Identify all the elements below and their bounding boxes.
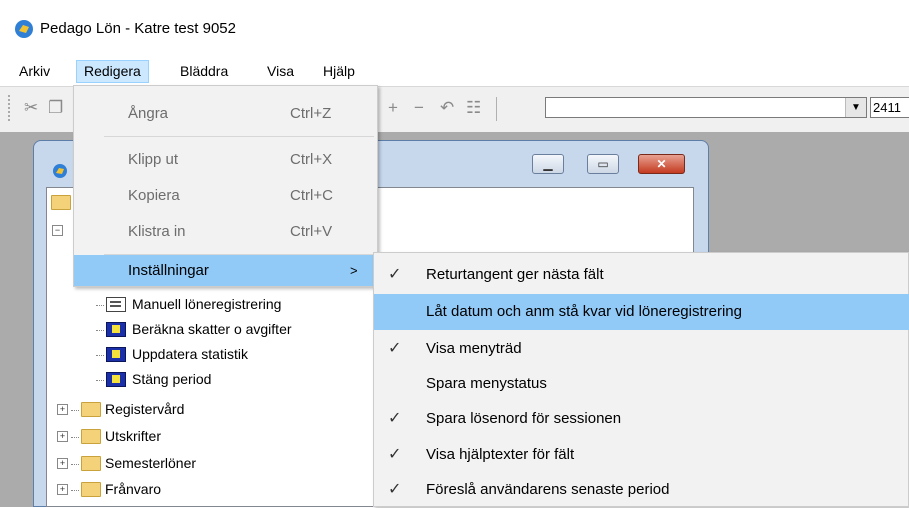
- folder-icon: [81, 428, 101, 444]
- tree-item-label: Uppdatera statistik: [132, 346, 248, 362]
- menu-item-shortcut: Ctrl+V: [290, 223, 333, 240]
- chevron-down-icon[interactable]: ▼: [845, 98, 866, 117]
- menu-visa[interactable]: Visa: [260, 61, 301, 82]
- tree-item-label: Beräkna skatter o avgifter: [132, 321, 292, 337]
- check-icon: ✓: [388, 410, 402, 427]
- tree-connector: [96, 329, 104, 331]
- submenu-item[interactable]: Spara menystatus: [374, 366, 909, 402]
- check-icon: ✓: [388, 481, 402, 498]
- menu-arkiv[interactable]: Arkiv: [12, 61, 57, 82]
- tree-item-label: Stäng period: [132, 371, 212, 387]
- tree-item[interactable]: + Frånvaro: [57, 479, 161, 499]
- tree-connector: [71, 409, 79, 411]
- menu-item-label: Kopiera: [128, 187, 180, 204]
- submenu-item-label: Spara menystatus: [426, 375, 547, 392]
- tree-item[interactable]: + Registervård: [57, 399, 184, 419]
- folder-icon: [81, 401, 101, 417]
- menu-item-undo[interactable]: Ångra Ctrl+Z: [74, 96, 377, 132]
- submenu-item[interactable]: ✓ Föreslå användarens senaste period: [374, 472, 909, 508]
- submenu-item-label: Spara lösenord för sessionen: [426, 410, 622, 427]
- menu-item-shortcut: Ctrl+Z: [290, 105, 332, 122]
- list-icon[interactable]: ☷: [466, 98, 481, 118]
- title-bar: Pedago Lön - Katre test 9052: [0, 0, 909, 58]
- app-icon: [15, 20, 33, 38]
- submenu-item[interactable]: ✓ Returtangent ger nästa fält: [374, 257, 909, 293]
- run-icon: [106, 371, 126, 387]
- child-window-icon: [53, 164, 67, 178]
- folder-icon: [81, 481, 101, 497]
- submenu-item-label: Låt datum och anm stå kvar vid löneregis…: [426, 303, 742, 320]
- expand-icon[interactable]: +: [57, 403, 68, 415]
- tree-item[interactable]: + Semesterlöner: [57, 453, 196, 473]
- menu-bladdra[interactable]: Bläddra: [173, 61, 235, 82]
- menu-separator: [104, 136, 374, 137]
- menu-bar: Arkiv Redigera Bläddra Visa Hjälp: [0, 58, 909, 85]
- menu-item-paste[interactable]: Klistra in Ctrl+V: [74, 214, 377, 250]
- menu-item-label: Klistra in: [128, 223, 186, 240]
- tree-item[interactable]: Stäng period: [96, 369, 211, 389]
- tree-connector: [71, 489, 79, 491]
- tree-item-label: Registervård: [105, 401, 185, 417]
- window-title: Pedago Lön - Katre test 9052: [40, 20, 236, 37]
- tree-item-label: Manuell löneregistrering: [132, 296, 282, 312]
- menu-item-cut[interactable]: Klipp ut Ctrl+X: [74, 142, 377, 178]
- copy-icon[interactable]: ❐: [48, 98, 63, 118]
- expand-icon[interactable]: +: [57, 483, 68, 495]
- settings-submenu: ✓ Returtangent ger nästa fält Låt datum …: [373, 252, 909, 507]
- submenu-item[interactable]: ✓ Visa hjälptexter för fält: [374, 437, 909, 473]
- tree-item[interactable]: Uppdatera statistik: [96, 344, 248, 364]
- tree-connector: [71, 436, 79, 438]
- expand-icon[interactable]: +: [57, 430, 68, 442]
- tree-item[interactable]: Beräkna skatter o avgifter: [96, 319, 292, 339]
- cut-icon[interactable]: ✂: [24, 98, 38, 118]
- submenu-item-label: Returtangent ger nästa fält: [426, 266, 604, 283]
- period-combo[interactable]: [545, 97, 867, 118]
- tree-item[interactable]: Manuell löneregistrering: [96, 294, 281, 314]
- submenu-item[interactable]: ✓ Spara lösenord för sessionen: [374, 401, 909, 437]
- maximize-button[interactable]: ▭: [587, 154, 619, 174]
- close-button[interactable]: ✕: [638, 154, 685, 174]
- menu-item-settings[interactable]: Inställningar >: [74, 255, 377, 286]
- tree-item[interactable]: + Utskrifter: [57, 426, 161, 446]
- menu-item-label: Klipp ut: [128, 151, 179, 168]
- add-icon[interactable]: +: [388, 98, 398, 118]
- menu-item-shortcut: Ctrl+X: [290, 151, 333, 168]
- period-field[interactable]: 2411: [870, 97, 909, 118]
- tree-connector: [96, 379, 104, 381]
- menu-item-label: Ångra: [128, 105, 169, 122]
- check-icon: ✓: [388, 266, 402, 283]
- submenu-item-label: Föreslå användarens senaste period: [426, 481, 670, 498]
- menu-hjalp[interactable]: Hjälp: [316, 61, 362, 82]
- run-icon: [106, 321, 126, 337]
- edit-menu: Ångra Ctrl+Z Klipp ut Ctrl+X Kopiera Ctr…: [73, 85, 378, 287]
- folder-icon: [81, 455, 101, 471]
- menu-item-label: Inställningar: [128, 262, 209, 279]
- tree-connector: [96, 304, 104, 306]
- menu-redigera[interactable]: Redigera: [76, 60, 149, 83]
- run-icon: [106, 346, 126, 362]
- folder-icon: [51, 195, 71, 210]
- minimize-button[interactable]: ▁: [532, 154, 564, 174]
- tree-item-label: Frånvaro: [105, 481, 162, 497]
- undo-icon[interactable]: ↶: [440, 98, 454, 118]
- tree-item-label: Utskrifter: [105, 428, 161, 444]
- remove-icon[interactable]: −: [414, 98, 424, 118]
- menu-item-shortcut: Ctrl+C: [290, 187, 333, 204]
- submenu-item-label: Visa hjälptexter för fält: [426, 446, 575, 463]
- submenu-item[interactable]: Låt datum och anm stå kvar vid löneregis…: [374, 294, 909, 330]
- check-icon: ✓: [388, 340, 402, 357]
- toolbar-grip[interactable]: [8, 95, 10, 123]
- toolbar-separator: [496, 97, 497, 121]
- expand-icon[interactable]: +: [57, 457, 68, 469]
- collapse-icon[interactable]: −: [52, 225, 63, 236]
- check-icon: ✓: [388, 446, 402, 463]
- submenu-item[interactable]: ✓ Visa menyträd: [374, 331, 909, 367]
- menu-item-copy[interactable]: Kopiera Ctrl+C: [74, 178, 377, 214]
- submenu-item-label: Visa menyträd: [426, 340, 522, 357]
- document-icon: [106, 296, 126, 312]
- chevron-right-icon: >: [350, 263, 358, 278]
- tree-item-label: Semesterlöner: [105, 455, 197, 471]
- tree-connector: [96, 354, 104, 356]
- tree-connector: [71, 463, 79, 465]
